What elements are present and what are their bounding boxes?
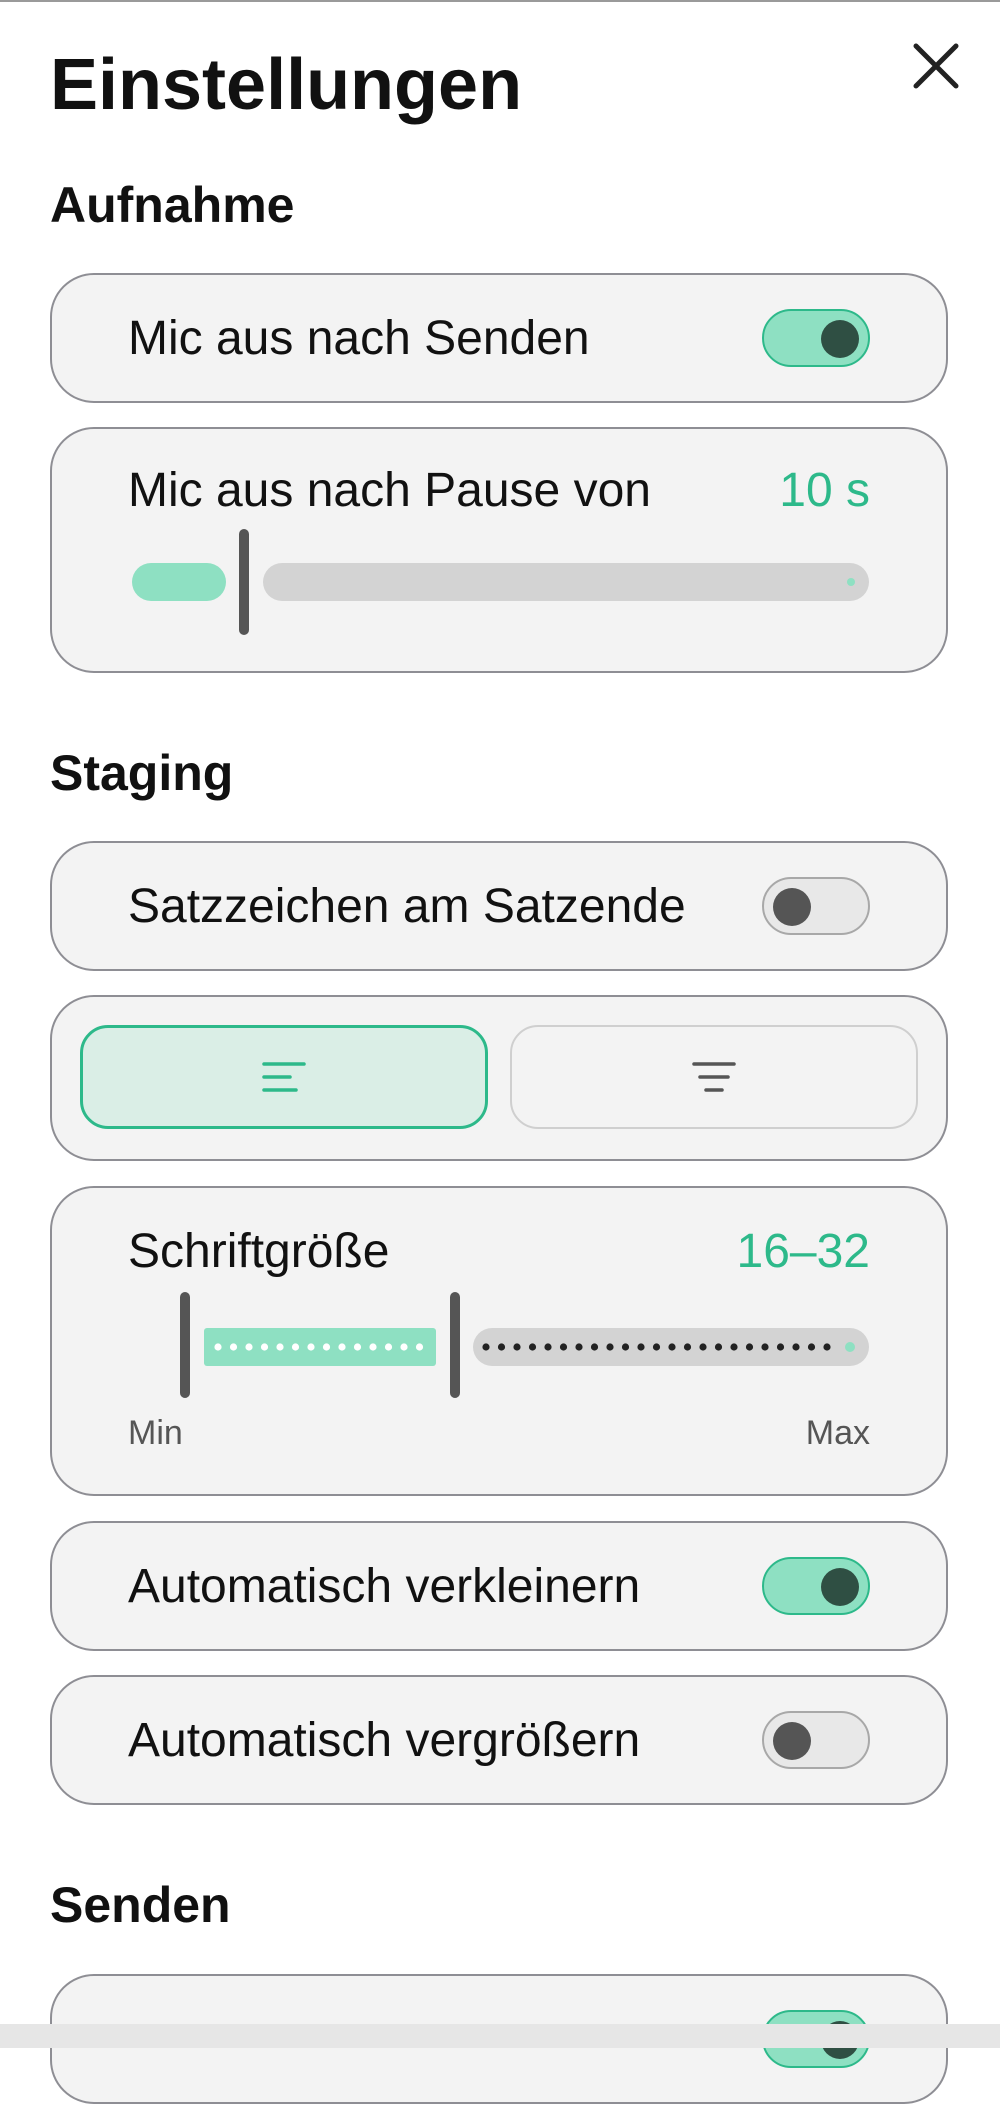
- range-tick-dot: [482, 1343, 490, 1351]
- punctuation-row[interactable]: Satzzeichen am Satzende: [50, 841, 948, 971]
- align-center-icon: [692, 1062, 736, 1092]
- punctuation-toggle[interactable]: [762, 877, 870, 935]
- range-tick-dot: [544, 1343, 552, 1351]
- font-size-value: 16–32: [736, 1225, 870, 1278]
- toggle-knob: [773, 888, 811, 926]
- page-title: Einstellungen: [50, 45, 523, 125]
- range-tick-dot: [776, 1343, 785, 1351]
- font-size-min-label: Min: [128, 1414, 183, 1452]
- top-divider: [0, 0, 1000, 2]
- range-tick-dot: [699, 1343, 707, 1351]
- range-tick-dot: [807, 1343, 816, 1351]
- range-tick-dot: [606, 1343, 614, 1351]
- range-tick-dot: [528, 1343, 537, 1351]
- range-tick-dot: [497, 1343, 506, 1351]
- auto-shrink-toggle[interactable]: [762, 1557, 870, 1615]
- range-max-thumb[interactable]: [450, 1292, 460, 1398]
- alignment-card: [50, 995, 948, 1161]
- font-size-label: Schriftgröße: [128, 1225, 390, 1278]
- range-tick-dot: [637, 1343, 645, 1351]
- range-tick-dot: [291, 1343, 300, 1351]
- mic-off-after-pause-label: Mic aus nach Pause von: [128, 464, 651, 517]
- font-size-range-slider[interactable]: [122, 1292, 922, 1412]
- punctuation-label: Satzzeichen am Satzende: [128, 880, 686, 933]
- auto-shrink-label: Automatisch verkleinern: [128, 1560, 641, 1613]
- range-tick-dot: [652, 1343, 661, 1351]
- range-tick-dot: [730, 1343, 738, 1351]
- range-tick-dot: [823, 1343, 831, 1351]
- range-tick-dot: [415, 1343, 424, 1351]
- font-size-card: Schriftgröße 16–32 Min Max: [50, 1186, 948, 1496]
- range-tick-dot: [322, 1343, 331, 1351]
- slider-end-dot: [847, 578, 855, 586]
- slider-active-track: [132, 563, 226, 601]
- bottom-bar: [0, 2024, 1000, 2048]
- range-tick-dot: [369, 1343, 377, 1351]
- slider-thumb[interactable]: [239, 529, 249, 635]
- range-tick-dot: [590, 1343, 599, 1351]
- range-tick-dot: [761, 1343, 769, 1351]
- toggle-knob: [821, 1568, 859, 1606]
- range-tick-dot: [353, 1343, 362, 1351]
- range-tick-dot: [683, 1343, 692, 1351]
- close-icon[interactable]: [908, 38, 964, 94]
- range-tick-dot: [400, 1343, 408, 1351]
- font-size-max-label: Max: [805, 1414, 870, 1452]
- range-tick-dot: [214, 1343, 222, 1351]
- range-tick-dot: [260, 1343, 269, 1351]
- mic-off-after-send-label: Mic aus nach Senden: [128, 312, 590, 365]
- range-tick-dot: [792, 1343, 800, 1351]
- align-left-option[interactable]: [80, 1025, 488, 1129]
- range-tick-dot: [559, 1343, 568, 1351]
- auto-grow-row[interactable]: Automatisch vergrößern: [50, 1675, 948, 1805]
- range-end-dot: [845, 1342, 855, 1352]
- mic-off-after-send-toggle[interactable]: [762, 309, 870, 367]
- auto-grow-label: Automatisch vergrößern: [128, 1714, 641, 1767]
- align-center-option[interactable]: [510, 1025, 918, 1129]
- section-recording-title: Aufnahme: [50, 177, 295, 233]
- range-tick-dot: [307, 1343, 315, 1351]
- align-left-icon: [262, 1062, 306, 1092]
- range-tick-dot: [245, 1343, 253, 1351]
- mic-off-after-send-row[interactable]: Mic aus nach Senden: [50, 273, 948, 403]
- mic-off-after-pause-card: Mic aus nach Pause von 10 s: [50, 427, 948, 673]
- range-tick-dot: [714, 1343, 723, 1351]
- range-tick-dot: [621, 1343, 630, 1351]
- mic-off-after-pause-value: 10 s: [779, 464, 870, 517]
- range-tick-dot: [384, 1343, 393, 1351]
- range-min-thumb[interactable]: [180, 1292, 190, 1398]
- range-tick-dot: [668, 1343, 676, 1351]
- auto-shrink-row[interactable]: Automatisch verkleinern: [50, 1521, 948, 1651]
- slider-inactive-track: [263, 563, 869, 601]
- range-inactive-dots: [482, 1343, 831, 1351]
- toggle-knob: [821, 320, 859, 358]
- range-tick-dot: [745, 1343, 754, 1351]
- pause-slider[interactable]: [122, 529, 922, 649]
- section-staging-title: Staging: [50, 745, 234, 801]
- range-tick-dot: [229, 1343, 238, 1351]
- range-tick-dot: [513, 1343, 521, 1351]
- section-sending-title: Senden: [50, 1877, 231, 1933]
- range-tick-dot: [276, 1343, 284, 1351]
- range-tick-dot: [338, 1343, 346, 1351]
- auto-grow-toggle[interactable]: [762, 1711, 870, 1769]
- range-tick-dot: [575, 1343, 583, 1351]
- toggle-knob: [773, 1722, 811, 1760]
